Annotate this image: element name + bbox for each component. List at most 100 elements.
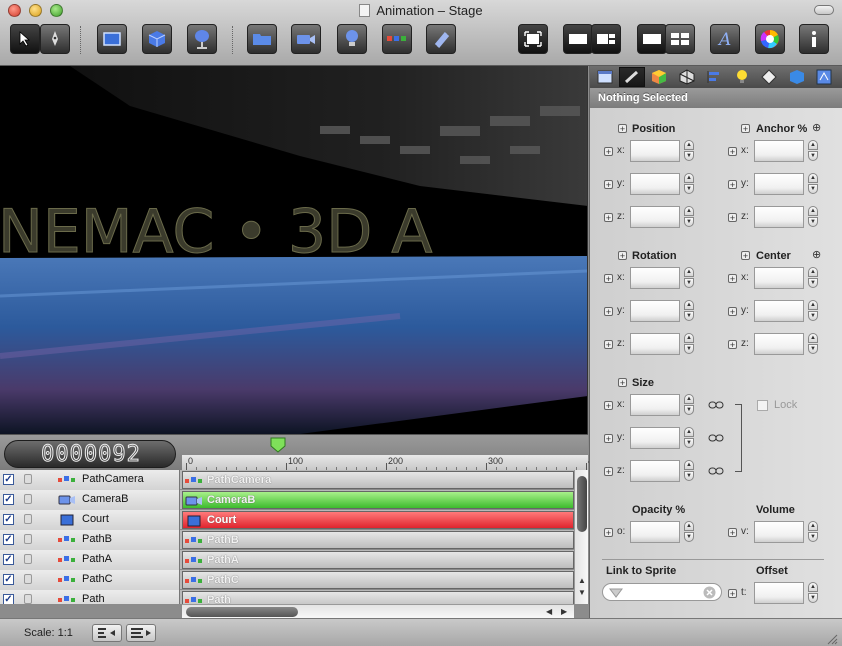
scroll-right-arrow-icon[interactable]: ▶	[561, 607, 567, 616]
center-x-field[interactable]	[754, 267, 804, 289]
fullscreen-button[interactable]	[518, 24, 548, 54]
tab-ruler[interactable]	[619, 67, 645, 87]
opacity-stepper[interactable]: ▲ ▼	[684, 521, 694, 543]
toolbar-toggle-button[interactable]	[814, 5, 834, 15]
view-four-button[interactable]	[665, 24, 695, 54]
track-row[interactable]: ✓ PathB PathB	[0, 530, 588, 550]
stepper-up-icon[interactable]: ▲	[808, 267, 818, 277]
size-z-field[interactable]	[630, 460, 680, 482]
track-bar[interactable]: Court	[182, 511, 574, 529]
offset-expand-icon[interactable]: +	[728, 589, 737, 599]
tab-scripting[interactable]	[811, 67, 837, 87]
add-behavior-button[interactable]	[426, 24, 456, 54]
track-row[interactable]: ✓ PathCamera PathCamera	[0, 470, 588, 490]
tab-light[interactable]	[729, 67, 755, 87]
shrink-tracks-button[interactable]	[92, 624, 122, 642]
stepper-down-icon[interactable]: ▼	[684, 151, 694, 161]
stepper-up-icon[interactable]: ▲	[684, 427, 694, 437]
track-name-cell[interactable]: ✓ PathB	[0, 530, 180, 550]
rotation-x-stepper[interactable]: ▲ ▼	[684, 267, 694, 289]
stepper-down-icon[interactable]: ▼	[808, 184, 818, 194]
scroll-down-arrow-icon[interactable]: ▼	[578, 588, 586, 597]
scroll-up-arrow-icon[interactable]: ▲	[578, 576, 586, 585]
size-expand-icon[interactable]: +	[618, 378, 627, 388]
position-x-expand-icon[interactable]: +	[604, 147, 613, 157]
add-cube-button[interactable]	[142, 24, 172, 54]
center-y-expand-icon[interactable]: +	[728, 307, 737, 317]
track-row[interactable]: ✓ PathC PathC	[0, 570, 588, 590]
tab-material[interactable]	[646, 67, 672, 87]
stepper-down-icon[interactable]: ▼	[808, 311, 818, 321]
track-name-cell[interactable]: ✓ Court	[0, 510, 180, 530]
anchor-crosshair-icon[interactable]: ⊕	[812, 123, 823, 134]
stepper-up-icon[interactable]: ▲	[684, 394, 694, 404]
anchor-expand-icon[interactable]: +	[741, 124, 750, 134]
add-light-button[interactable]	[337, 24, 367, 54]
rotation-y-expand-icon[interactable]: +	[604, 307, 613, 317]
anchor-x-stepper[interactable]: ▲ ▼	[808, 140, 818, 162]
track-bar[interactable]: CameraB	[182, 491, 574, 509]
center-z-field[interactable]	[754, 333, 804, 355]
track-name-cell[interactable]: ✓ PathCamera	[0, 470, 180, 490]
stepper-down-icon[interactable]: ▼	[684, 311, 694, 321]
stepper-up-icon[interactable]: ▲	[808, 333, 818, 343]
volume-stepper[interactable]: ▲ ▼	[808, 521, 818, 543]
position-z-expand-icon[interactable]: +	[604, 213, 613, 223]
track-row[interactable]: ✓ PathA PathA	[0, 550, 588, 570]
arrow-tool-button[interactable]	[10, 24, 40, 54]
stepper-up-icon[interactable]: ▲	[684, 333, 694, 343]
position-y-field[interactable]	[630, 173, 680, 195]
anchor-z-field[interactable]	[754, 206, 804, 228]
position-z-stepper[interactable]: ▲ ▼	[684, 206, 694, 228]
stepper-down-icon[interactable]: ▼	[684, 471, 694, 481]
center-crosshair-icon[interactable]: ⊕	[812, 250, 823, 261]
opacity-expand-icon[interactable]: +	[604, 528, 613, 538]
stepper-up-icon[interactable]: ▲	[684, 140, 694, 150]
add-group-button[interactable]	[247, 24, 277, 54]
stepper-down-icon[interactable]: ▼	[684, 405, 694, 415]
view-one-button[interactable]	[637, 24, 667, 54]
tab-object[interactable]	[784, 67, 810, 87]
pen-tool-button[interactable]	[40, 24, 70, 54]
tab-geometry[interactable]	[674, 67, 700, 87]
size-x-field[interactable]	[630, 394, 680, 416]
anchor-x-field[interactable]	[754, 140, 804, 162]
track-enabled-checkbox[interactable]: ✓	[3, 514, 14, 525]
anchor-y-field[interactable]	[754, 173, 804, 195]
rotation-z-field[interactable]	[630, 333, 680, 355]
stepper-down-icon[interactable]: ▼	[684, 438, 694, 448]
track-enabled-checkbox[interactable]: ✓	[3, 494, 14, 505]
lock-icon[interactable]	[24, 514, 32, 524]
add-camera-button[interactable]	[291, 24, 321, 54]
lock-icon[interactable]	[24, 534, 32, 544]
tab-path[interactable]	[756, 67, 782, 87]
track-bar[interactable]: PathC	[182, 571, 574, 589]
stepper-up-icon[interactable]: ▲	[808, 300, 818, 310]
fonts-button[interactable]: A	[710, 24, 740, 54]
track-vertical-scrollbar[interactable]: ▲ ▼	[574, 470, 588, 604]
track-bar[interactable]: PathB	[182, 531, 574, 549]
offset-field[interactable]	[754, 582, 804, 604]
track-enabled-checkbox[interactable]: ✓	[3, 474, 14, 485]
track-row[interactable]: ✓ Path Path	[0, 590, 588, 604]
center-z-stepper[interactable]: ▲ ▼	[808, 333, 818, 355]
rotation-y-stepper[interactable]: ▲ ▼	[684, 300, 694, 322]
offset-stepper[interactable]: ▲ ▼	[808, 582, 818, 604]
size-lock-checkbox[interactable]	[757, 400, 768, 411]
position-y-stepper[interactable]: ▲ ▼	[684, 173, 694, 195]
stepper-up-icon[interactable]: ▲	[684, 300, 694, 310]
link-chain-icon[interactable]	[708, 434, 724, 442]
track-enabled-checkbox[interactable]: ✓	[3, 594, 14, 604]
rotation-expand-icon[interactable]: +	[618, 251, 627, 261]
horizontal-scroll-thumb[interactable]	[186, 607, 298, 617]
stepper-down-icon[interactable]: ▼	[684, 184, 694, 194]
stepper-down-icon[interactable]: ▼	[684, 344, 694, 354]
timeline-ruler[interactable]: 01002003004	[182, 455, 593, 471]
layout-single-button[interactable]	[563, 24, 593, 54]
center-z-expand-icon[interactable]: +	[728, 340, 737, 350]
track-name-cell[interactable]: ✓ PathA	[0, 550, 180, 570]
track-enabled-checkbox[interactable]: ✓	[3, 574, 14, 585]
position-z-field[interactable]	[630, 206, 680, 228]
position-x-field[interactable]	[630, 140, 680, 162]
layout-split-button[interactable]	[591, 24, 621, 54]
